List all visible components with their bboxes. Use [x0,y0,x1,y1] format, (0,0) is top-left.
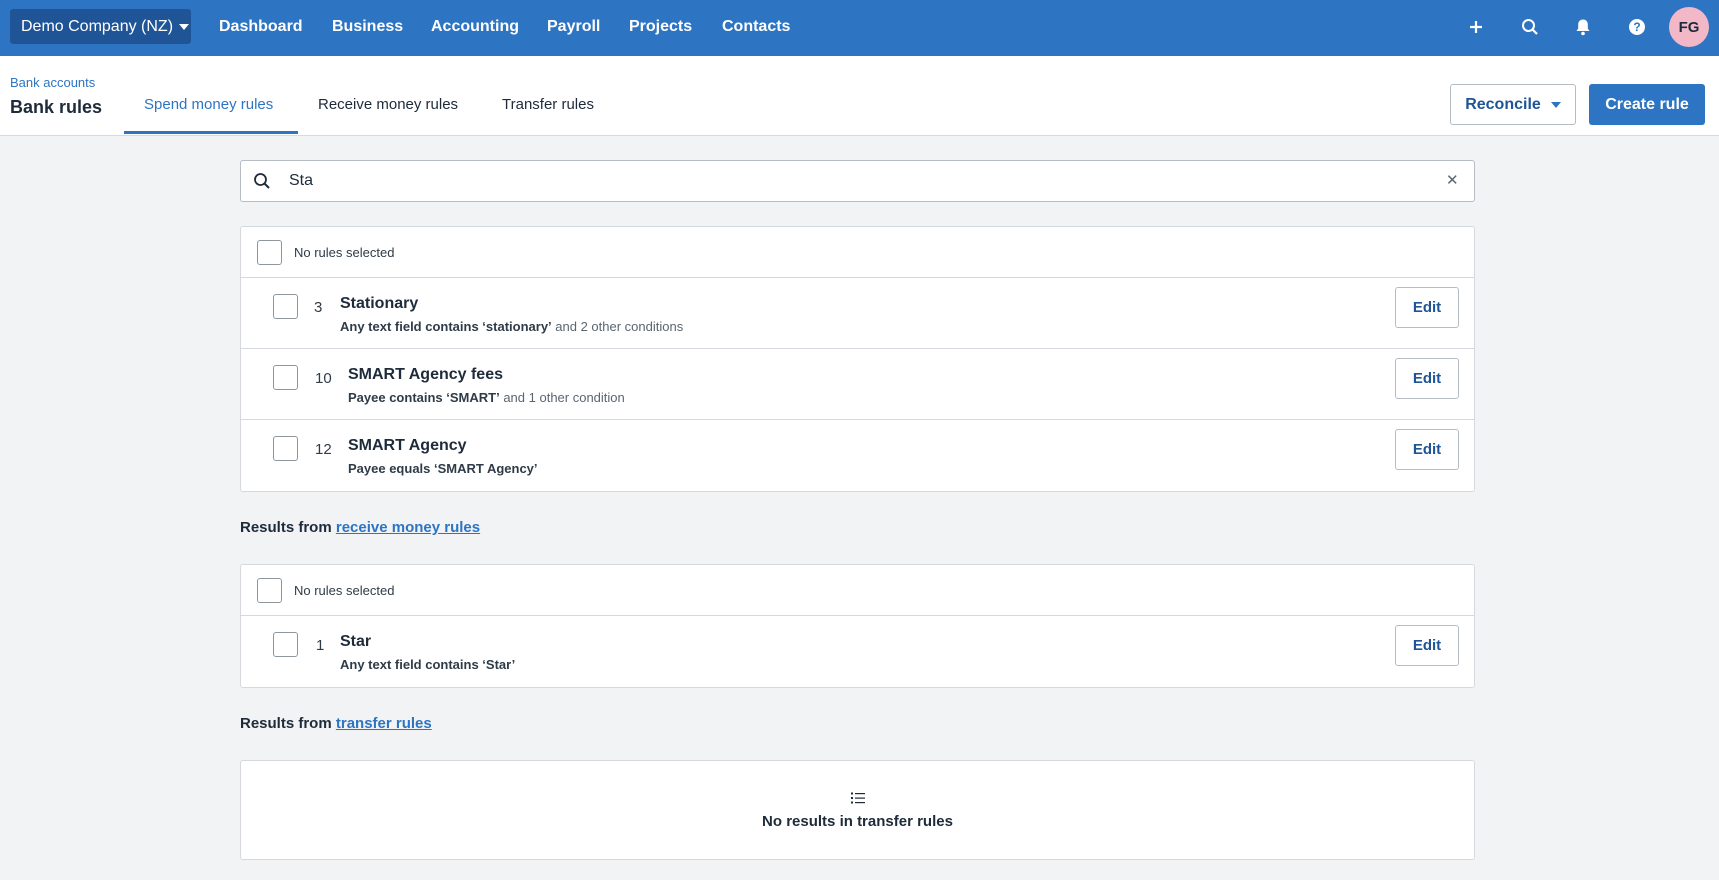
rule-row: 12 SMART Agency Payee equals ‘SMART Agen… [241,420,1474,491]
receive-results-heading: Results from receive money rules [240,519,480,536]
org-switcher-button[interactable]: Demo Company (NZ) [10,9,191,44]
results-prefix: Results from [240,519,336,536]
search-input[interactable] [289,169,1409,193]
selection-status: No rules selected [294,245,395,260]
plus-icon[interactable] [1463,14,1489,40]
rule-row: 3 Stationary Any text field contains ‘st… [241,278,1474,349]
receive-money-rules-link[interactable]: receive money rules [336,519,480,536]
nav-dashboard[interactable]: Dashboard [219,18,303,36]
rule-name[interactable]: SMART Agency fees [348,366,503,384]
page-title: Bank rules [10,97,103,117]
list-header: No rules selected [241,565,1474,616]
nav-projects[interactable]: Projects [629,18,692,36]
create-rule-button[interactable]: Create rule [1589,84,1705,125]
tab-transfer-rules[interactable]: Transfer rules [502,96,594,113]
nav-contacts[interactable]: Contacts [722,18,790,36]
rule-description: Any text field contains ‘Star’ [340,657,515,672]
results-prefix: Results from [240,715,336,732]
list-icon [851,791,865,809]
nav-payroll[interactable]: Payroll [547,18,600,36]
rule-row: 1 Star Any text field contains ‘Star’ Ed… [241,616,1474,687]
rule-checkbox[interactable] [273,436,298,461]
rule-checkbox[interactable] [273,632,298,657]
rule-condition: Payee equals ‘SMART Agency’ [348,461,538,476]
rule-name[interactable]: SMART Agency [348,437,467,455]
list-header: No rules selected [241,227,1474,278]
svg-text:?: ? [1633,20,1640,34]
rule-checkbox[interactable] [273,294,298,319]
search-icon [253,172,271,195]
tab-receive-money-rules[interactable]: Receive money rules [318,96,458,113]
reconcile-button[interactable]: Reconcile [1450,84,1576,125]
select-all-checkbox[interactable] [257,578,282,603]
selection-status: No rules selected [294,583,395,598]
rule-checkbox[interactable] [273,365,298,390]
user-avatar[interactable]: FG [1669,7,1709,47]
transfer-results-heading: Results from transfer rules [240,715,432,732]
org-name: Demo Company (NZ) [21,17,174,35]
edit-button[interactable]: Edit [1395,625,1459,666]
search-icon[interactable] [1517,14,1543,40]
rule-number: 3 [314,299,323,316]
rule-row: 10 SMART Agency fees Payee contains ‘SMA… [241,349,1474,420]
rule-condition: Payee contains ‘SMART’ [348,390,500,405]
rule-number: 10 [315,370,332,387]
tab-spend-money-rules[interactable]: Spend money rules [144,96,273,113]
rule-name[interactable]: Stationary [340,295,418,313]
search-box: ✕ [240,160,1475,202]
rule-number: 12 [315,441,332,458]
reconcile-label: Reconcile [1465,95,1541,113]
page-header: Bank accounts Bank rules Spend money rul… [0,56,1719,136]
help-icon[interactable]: ? [1624,14,1650,40]
rule-condition-extra: and 2 other conditions [551,319,684,334]
caret-down-icon [179,23,190,30]
bell-icon[interactable] [1570,14,1596,40]
spend-rules-list: No rules selected 3 Stationary Any text … [240,226,1475,492]
rule-name[interactable]: Star [340,633,371,651]
rule-description: Any text field contains ‘stationary’ and… [340,319,683,334]
nav-business[interactable]: Business [332,18,403,36]
select-all-checkbox[interactable] [257,240,282,265]
transfer-rules-link[interactable]: transfer rules [336,715,432,732]
caret-down-icon [1550,101,1561,108]
rule-condition: Any text field contains ‘stationary’ [340,319,552,334]
edit-button[interactable]: Edit [1395,287,1459,328]
edit-button[interactable]: Edit [1395,429,1459,470]
empty-state-message: No results in transfer rules [762,813,953,830]
rule-condition: Any text field contains ‘Star’ [340,657,516,672]
clear-search-icon[interactable]: ✕ [1446,171,1459,189]
top-navigation: Demo Company (NZ) Dashboard Business Acc… [0,0,1719,56]
rule-condition-extra: and 1 other condition [499,390,625,405]
active-tab-indicator [124,131,298,134]
rule-description: Payee contains ‘SMART’ and 1 other condi… [348,390,625,405]
rule-description: Payee equals ‘SMART Agency’ [348,461,538,476]
nav-accounting[interactable]: Accounting [431,18,519,36]
rule-number: 1 [316,637,325,654]
receive-rules-list: No rules selected 1 Star Any text field … [240,564,1475,688]
breadcrumb-bank-accounts[interactable]: Bank accounts [10,75,95,90]
transfer-empty-state: No results in transfer rules [240,760,1475,860]
edit-button[interactable]: Edit [1395,358,1459,399]
